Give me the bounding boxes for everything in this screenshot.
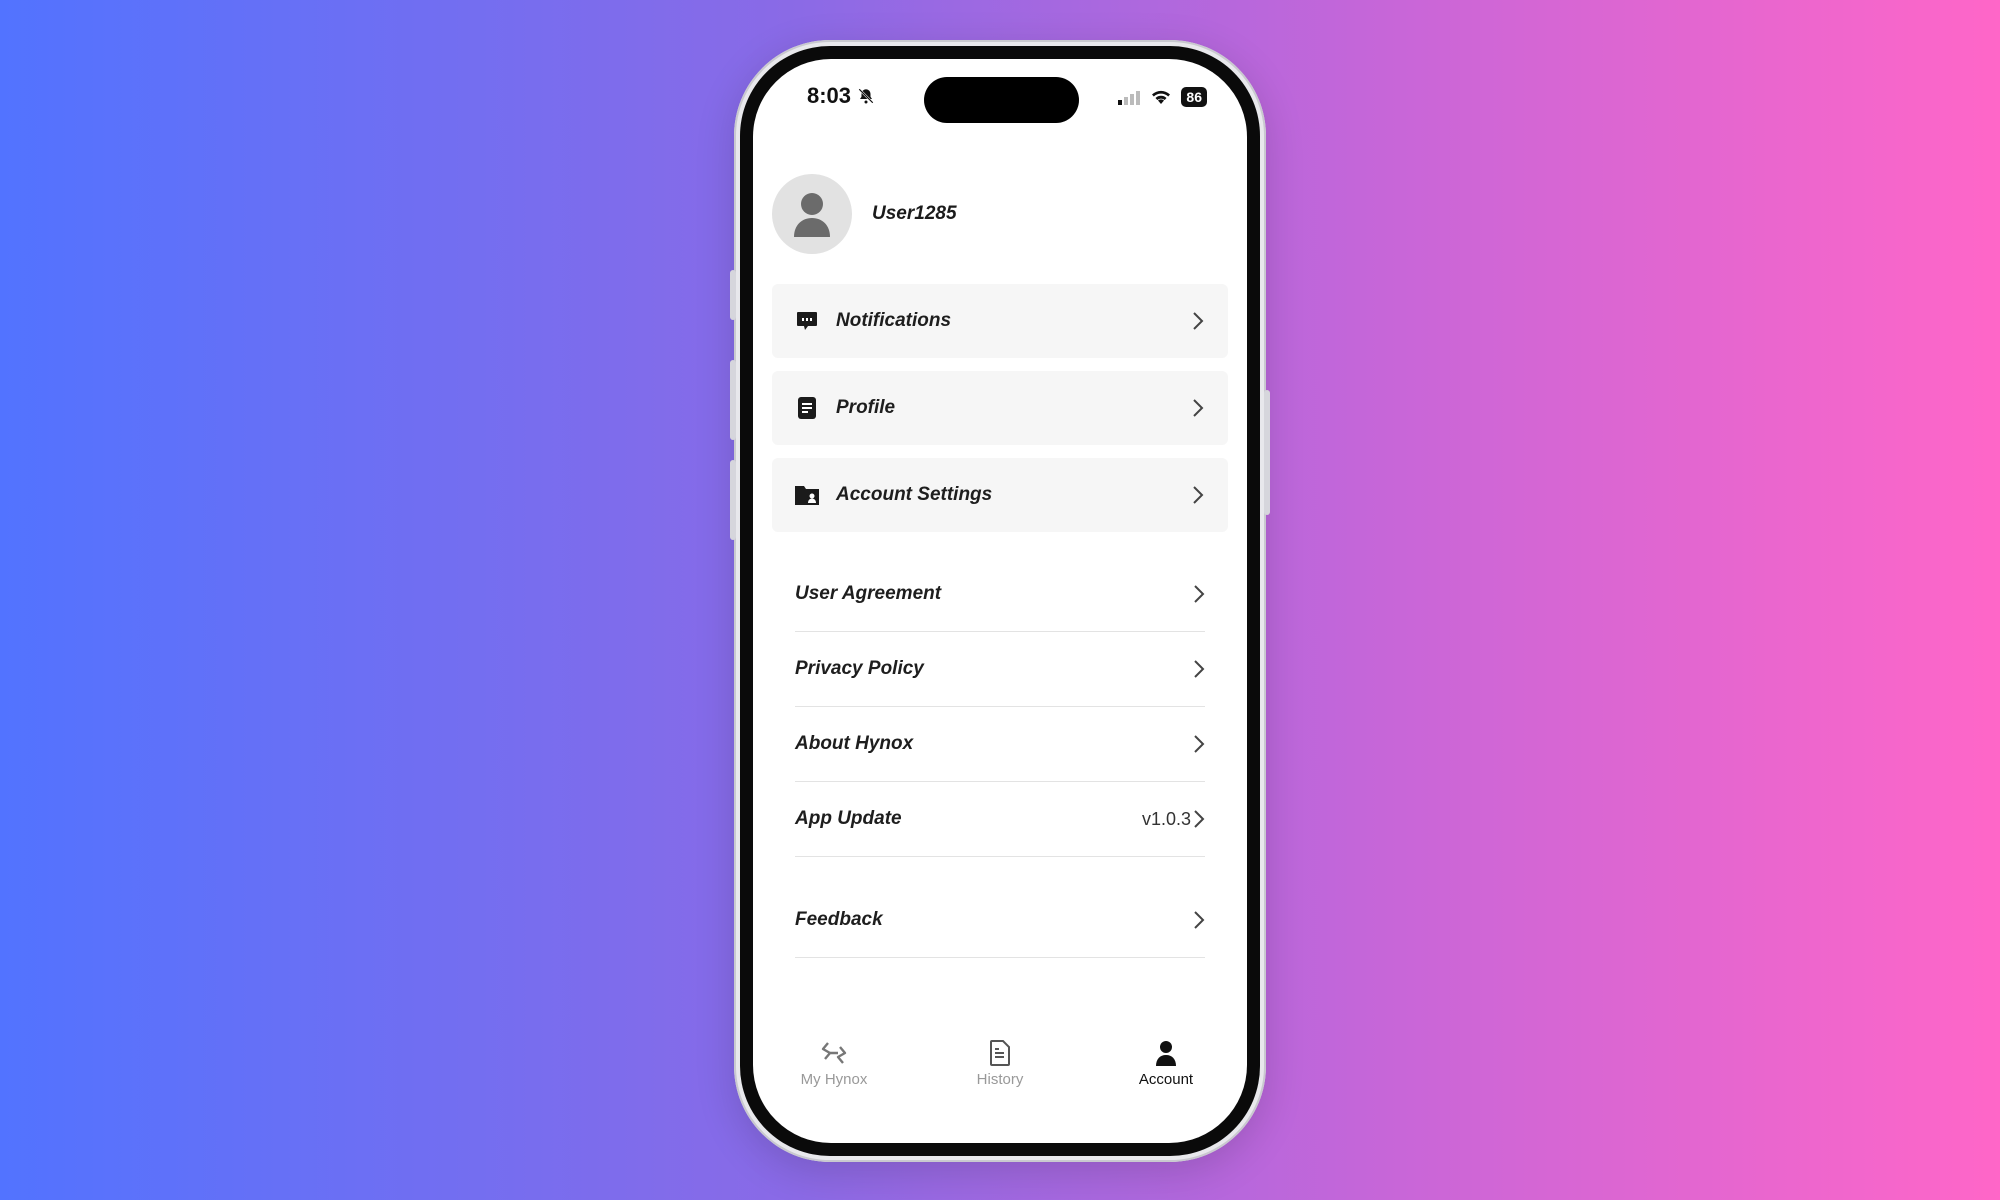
chat-bubble-icon [794, 308, 820, 334]
chevron-right-icon [1194, 810, 1205, 828]
person-icon [1156, 1041, 1176, 1066]
user-agreement-row[interactable]: User Agreement [795, 557, 1205, 632]
profile-label: Profile [836, 397, 896, 418]
document-icon [794, 395, 820, 421]
tab-history-label: History [976, 1071, 1024, 1088]
dynamic-island [924, 77, 1079, 123]
chevron-right-icon [1194, 660, 1205, 678]
power-button [1264, 390, 1270, 515]
chevron-right-icon [1194, 585, 1205, 603]
folder-user-icon [794, 482, 820, 508]
notifications-button[interactable]: Notifications [772, 284, 1228, 358]
app-version: v1.0.3 [1141, 808, 1191, 829]
app-update-label: App Update [795, 808, 902, 829]
feedback-label: Feedback [795, 909, 883, 930]
volume-down-button [730, 460, 736, 540]
status-time: 8:03 [807, 83, 875, 109]
tab-history[interactable]: History [940, 1039, 1060, 1088]
feedback-row[interactable]: Feedback [795, 883, 1205, 958]
about-hynox-row[interactable]: About Hynox [795, 707, 1205, 782]
chevron-right-icon [1194, 735, 1205, 753]
avatar[interactable] [772, 174, 852, 254]
account-settings-button[interactable]: Account Settings [772, 458, 1228, 532]
wifi-icon [1152, 90, 1171, 104]
profile-header[interactable]: User1285 [772, 174, 957, 254]
status-bar: 8:03 86 [753, 59, 1247, 129]
history-document-icon [990, 1040, 1010, 1066]
account-settings-label: Account Settings [836, 484, 993, 505]
about-hynox-label: About Hynox [795, 733, 914, 754]
app-screen: 8:03 86 User1285 Notifications Profile A… [753, 59, 1247, 1143]
app-update-row[interactable]: App Update v1.0.3 [795, 782, 1205, 857]
chevron-right-icon [1193, 399, 1204, 417]
signal-icon [1118, 91, 1141, 105]
time-text: 8:03 [807, 83, 852, 108]
chevron-right-icon [1194, 911, 1205, 929]
chevron-right-icon [1193, 312, 1204, 330]
username: User1285 [872, 203, 957, 224]
privacy-policy-row[interactable]: Privacy Policy [795, 632, 1205, 707]
profile-button[interactable]: Profile [772, 371, 1228, 445]
tab-my-hynox[interactable]: My Hynox [774, 1039, 894, 1088]
bell-slash-icon [858, 88, 874, 104]
chevron-right-icon [1193, 486, 1204, 504]
tab-account[interactable]: Account [1106, 1039, 1226, 1088]
action-button [730, 270, 736, 320]
user-agreement-label: User Agreement [795, 583, 942, 604]
privacy-policy-label: Privacy Policy [795, 658, 924, 679]
volume-up-button [730, 360, 736, 440]
tab-my-hynox-label: My Hynox [800, 1071, 868, 1088]
hynox-logo-icon [821, 1042, 847, 1064]
tab-bar: My Hynox History Account [753, 1039, 1247, 1119]
notifications-label: Notifications [836, 310, 952, 331]
battery-icon: 86 [1181, 87, 1207, 107]
person-icon [794, 193, 830, 237]
tab-account-label: Account [1138, 1071, 1194, 1088]
phone-frame: 8:03 86 User1285 Notifications Profile A… [730, 40, 1270, 1162]
status-indicators: 86 [1117, 87, 1207, 107]
